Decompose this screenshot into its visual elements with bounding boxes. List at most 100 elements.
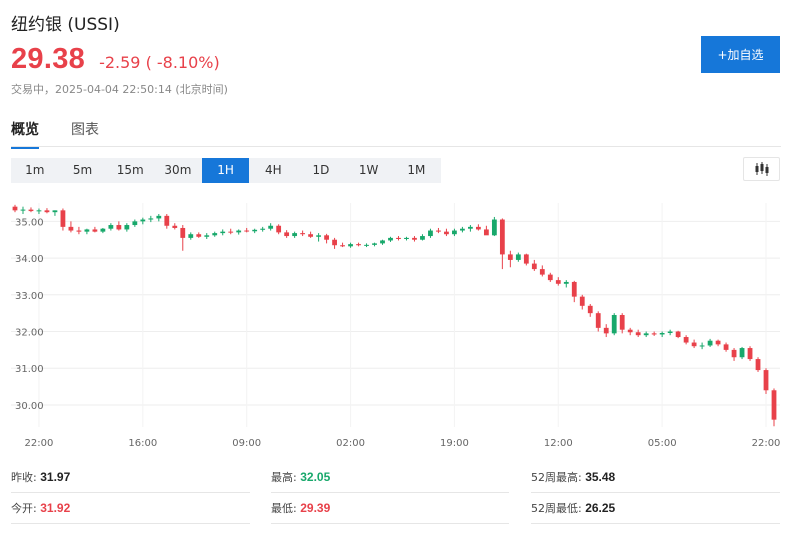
candle-body (284, 232, 290, 237)
candle-body (555, 280, 561, 284)
instrument-title: 纽约银 (USSI) (11, 15, 120, 35)
candle-body (475, 226, 481, 230)
chart-type-button[interactable] (743, 157, 780, 181)
tab-overview[interactable]: 概览 (11, 119, 39, 149)
stat-value: 31.97 (40, 470, 71, 484)
candle-body (763, 370, 769, 391)
y-tick-label: 32.00 (15, 328, 44, 339)
candle-body (292, 233, 298, 237)
candle-body (579, 296, 585, 306)
interval-1mo[interactable]: 1M (393, 158, 441, 183)
stat-high: 最高: 32.05 (271, 462, 509, 493)
price-change: -2.59 ( -8.10%) (99, 53, 220, 72)
x-tick-label: 16:00 (128, 438, 157, 449)
candle-body (116, 225, 122, 230)
candle-body (340, 245, 345, 247)
candle-body (499, 219, 505, 255)
tab-chart[interactable]: 图表 (71, 119, 99, 149)
candle-body (444, 231, 449, 235)
candle-body (515, 254, 521, 260)
candle-body (268, 225, 274, 229)
candle-body (651, 333, 657, 335)
candle-body (364, 244, 369, 246)
candle-body (771, 390, 777, 420)
candle-body (380, 240, 385, 244)
candle-body (244, 230, 250, 232)
add-watchlist-button[interactable]: +加自选 (701, 36, 780, 73)
y-tick-label: 31.00 (15, 364, 44, 375)
candle-body (603, 327, 609, 334)
candle-body (715, 340, 721, 345)
x-tick-label: 05:00 (648, 438, 677, 449)
candle-body (404, 237, 409, 239)
candlestick-icon (755, 162, 768, 176)
x-tick-label: 22:00 (25, 438, 54, 449)
price-row: 29.38 -2.59 ( -8.10%) (11, 43, 220, 76)
candle-body (739, 348, 745, 358)
stat-label: 最高: (271, 471, 297, 484)
candle-body (643, 333, 649, 336)
candle-body (212, 233, 218, 236)
interval-4h[interactable]: 4H (249, 158, 297, 183)
candle-body (260, 228, 266, 230)
candle-body (204, 235, 210, 237)
candle-body (172, 225, 178, 228)
candle-body (436, 230, 441, 232)
chart-background (11, 193, 780, 455)
stat-value: 29.39 (300, 501, 331, 515)
stat-value: 32.05 (300, 470, 331, 484)
candle-body (667, 331, 673, 333)
stat-label: 今开: (11, 502, 37, 515)
candle-body (132, 221, 138, 226)
candle-body (356, 244, 361, 246)
interval-1h[interactable]: 1H (201, 158, 250, 183)
candle-body (148, 218, 154, 220)
stat-value: 31.92 (40, 501, 71, 515)
candle-body (228, 231, 234, 233)
y-tick-label: 34.00 (15, 254, 44, 265)
candle-body (84, 229, 90, 232)
y-tick-label: 35.00 (15, 217, 44, 228)
candle-body (164, 215, 170, 226)
candle-body (276, 225, 282, 233)
interval-15m[interactable]: 15m (106, 158, 154, 183)
stat-label: 昨收: (11, 471, 37, 484)
stat-52w-high: 52周最高: 35.48 (531, 462, 780, 493)
candle-body (44, 210, 50, 213)
candle-body (28, 209, 34, 212)
candle-body (124, 225, 130, 230)
candle-body (308, 234, 314, 237)
candle-body (52, 210, 58, 213)
view-tabs: 概览 图表 (11, 119, 131, 149)
x-tick-label: 12:00 (544, 438, 573, 449)
y-tick-label: 30.00 (15, 401, 44, 412)
candle-body (236, 230, 242, 233)
candle-body (595, 313, 601, 328)
candle-body (755, 359, 761, 371)
candle-body (707, 340, 713, 346)
candle-body (76, 230, 82, 232)
tabs-divider (11, 146, 781, 147)
candle-body (571, 281, 577, 297)
candle-body (611, 315, 617, 334)
interval-1d[interactable]: 1D (297, 158, 345, 183)
x-tick-label: 19:00 (440, 438, 469, 449)
last-price: 29.38 (11, 43, 86, 75)
candle-body (324, 235, 329, 240)
candle-body (539, 269, 545, 275)
candle-body (252, 229, 258, 232)
candle-body (420, 236, 425, 240)
interval-5m[interactable]: 5m (59, 158, 107, 183)
stats-row: 今开: 31.92 最低: 29.39 52周最低: 26.25 (11, 493, 780, 524)
candle-body (372, 243, 377, 245)
interval-30m[interactable]: 30m (154, 158, 202, 183)
candle-body (683, 337, 689, 343)
candle-body (483, 229, 489, 236)
candle-body (468, 226, 473, 229)
candle-body (587, 305, 593, 314)
interval-1m[interactable]: 1m (11, 158, 59, 183)
interval-1w[interactable]: 1W (345, 158, 393, 183)
candle-body (396, 237, 401, 239)
price-chart[interactable]: 35.00 34.00 33.00 32.00 31.00 30.00 22:00 16:0… (11, 193, 780, 455)
candle-body (412, 237, 417, 240)
